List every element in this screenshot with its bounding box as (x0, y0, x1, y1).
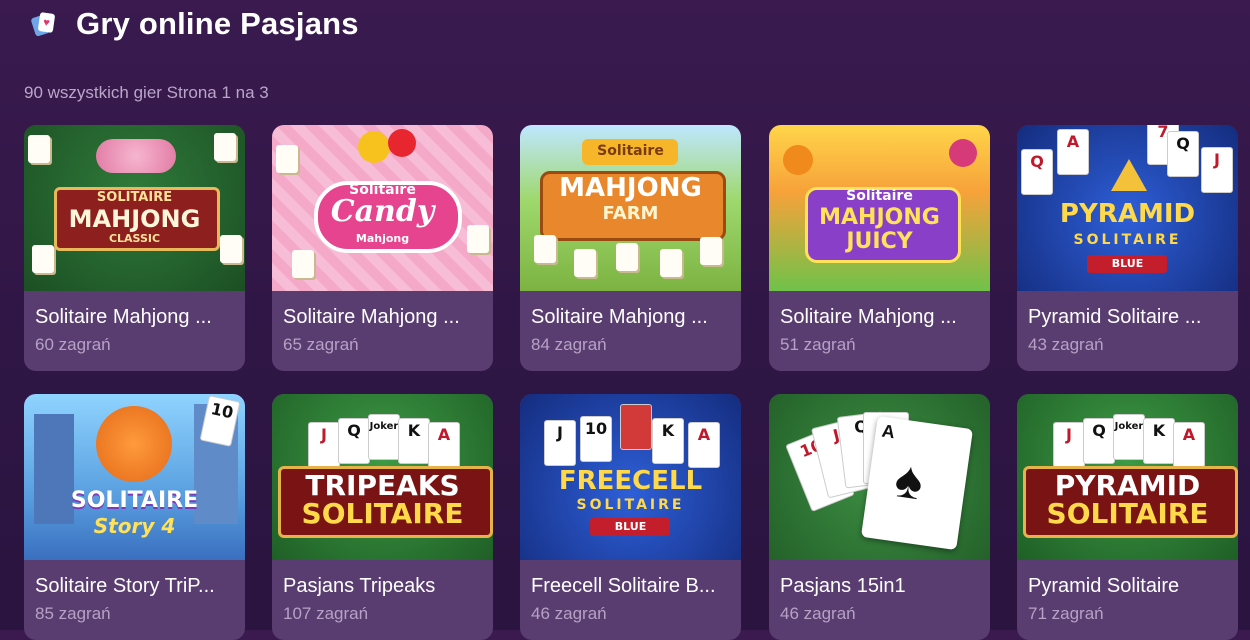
playing-card: J (1053, 422, 1085, 468)
page-header: ♥ Gry online Pasjans (30, 4, 359, 44)
game-logo-line: MAHJONG (559, 173, 702, 203)
playing-card: Q (1021, 149, 1053, 195)
game-thumbnail[interactable]: J 10 K A FREECELL SOLITAIRE BLUE (520, 394, 741, 560)
playing-card: Joker (368, 414, 400, 460)
game-card[interactable]: 10 SOLITAIRE Story 4 Solitaire Story Tri… (24, 394, 245, 640)
game-logo-line: SOLITAIRE (1073, 232, 1182, 248)
game-card[interactable]: Solitaire MAHJONG JUICY Solitaire Mahjon… (769, 125, 990, 371)
game-logo-line: Mahjong (355, 232, 410, 245)
game-logo-line: BLUE (614, 520, 647, 533)
game-logo-line: TRIPEAKS (305, 469, 460, 502)
game-card[interactable]: 10 J Q K ♠ A Pasjans 15in1 46 zagrań (769, 394, 990, 640)
game-thumbnail[interactable]: SOLITAIRE MAHJONG CLASSIC (24, 125, 245, 291)
game-thumbnail[interactable]: Solitaire MAHJONG FARM (520, 125, 741, 291)
game-logo-line: SOLITAIRE (576, 497, 685, 513)
playing-card: 10 (580, 416, 612, 462)
playing-card: A (1173, 422, 1205, 468)
playing-card: A (688, 422, 720, 468)
playing-card-label: A (880, 420, 897, 443)
playing-cards-icon: ♥ (30, 11, 56, 37)
playing-card: K (1143, 418, 1175, 464)
playing-card: J (544, 420, 576, 466)
games-count-summary: 90 wszystkich gier Strona 1 na 3 (24, 83, 269, 102)
playing-card: Q (1083, 418, 1115, 464)
game-title[interactable]: Solitaire Mahjong ... (531, 306, 731, 329)
playing-card: Q (338, 418, 370, 464)
game-logo-line: PYRAMID (1054, 469, 1201, 502)
game-card[interactable]: J 10 K A FREECELL SOLITAIRE BLUE Freecel… (520, 394, 741, 640)
game-title[interactable]: Pasjans Tripeaks (283, 575, 483, 598)
game-plays-count: 60 zagrań (35, 335, 111, 354)
game-logo-line: PYRAMID (1059, 199, 1196, 229)
game-logo-line: CLASSIC (108, 232, 161, 245)
playing-card: A (428, 422, 460, 468)
playing-card: Q (1167, 131, 1199, 177)
game-thumbnail[interactable]: J Q Joker K A TRIPEAKS SOLITAIRE (272, 394, 493, 560)
game-plays-count: 46 zagrań (780, 604, 856, 623)
game-title[interactable]: Pasjans 15in1 (780, 575, 980, 598)
game-logo-line: MAHJONG (819, 205, 940, 230)
game-title[interactable]: Pyramid Solitaire (1028, 575, 1228, 598)
game-title[interactable]: Pyramid Solitaire ... (1028, 306, 1228, 329)
game-thumbnail[interactable]: 10 J Q K ♠ A (769, 394, 990, 560)
playing-card: K (652, 418, 684, 464)
game-logo-line: FREECELL (558, 466, 703, 496)
game-thumbnail[interactable]: Solitaire Candy Mahjong (272, 125, 493, 291)
game-logo-line: FARM (602, 203, 659, 224)
game-title[interactable]: Solitaire Mahjong ... (35, 306, 235, 329)
game-card[interactable]: Solitaire Candy Mahjong Solitaire Mahjon… (272, 125, 493, 371)
game-card[interactable]: SOLITAIRE MAHJONG CLASSIC Solitaire Mahj… (24, 125, 245, 371)
game-logo-line: Candy (330, 194, 435, 229)
game-title[interactable]: Solitaire Mahjong ... (780, 306, 980, 329)
game-title[interactable]: Solitaire Story TriP... (35, 575, 235, 598)
game-logo-line: BLUE (1111, 257, 1144, 270)
game-plays-count: 107 zagrań (283, 604, 369, 623)
game-thumbnail[interactable]: 10 SOLITAIRE Story 4 (24, 394, 245, 560)
game-plays-count: 71 zagrań (1028, 604, 1104, 623)
game-plays-count: 65 zagrań (283, 335, 359, 354)
game-plays-count: 51 zagrań (780, 335, 856, 354)
playing-card: Joker (1113, 414, 1145, 460)
game-thumbnail[interactable]: J Q Joker K A PYRAMID SOLITAIRE (1017, 394, 1238, 560)
game-thumbnail[interactable]: Solitaire MAHJONG JUICY (769, 125, 990, 291)
spade-icon: ♠ (891, 450, 927, 512)
game-plays-count: 85 zagrań (35, 604, 111, 623)
game-thumbnail[interactable]: Q A 7 Q J PYRAMID SOLITAIRE BLUE (1017, 125, 1238, 291)
game-logo-line: MAHJONG (68, 205, 201, 233)
game-card[interactable]: Solitaire MAHJONG FARM Solitaire Mahjong… (520, 125, 741, 371)
playing-card: J (1201, 147, 1233, 193)
page-title: Gry online Pasjans (76, 6, 359, 41)
game-logo-line: SOLITAIRE (96, 190, 173, 205)
game-logo-line: JUICY (846, 229, 913, 254)
game-plays-count: 84 zagrań (531, 335, 607, 354)
game-logo-line: Story 4 (93, 514, 176, 538)
game-title[interactable]: Freecell Solitaire B... (531, 575, 731, 598)
game-card[interactable]: J Q Joker K A TRIPEAKS SOLITAIRE Pasjans… (272, 394, 493, 640)
game-logo-line: SOLITAIRE (1046, 497, 1209, 530)
game-logo-line: SOLITAIRE (70, 488, 199, 513)
game-logo-line: Solitaire (846, 188, 913, 204)
game-card[interactable]: J Q Joker K A PYRAMID SOLITAIRE Pyramid … (1017, 394, 1238, 640)
playing-card: A (1057, 129, 1089, 175)
game-logo-line: Solitaire (597, 143, 664, 159)
game-plays-count: 43 zagrań (1028, 335, 1104, 354)
game-plays-count: 46 zagrań (531, 604, 607, 623)
game-title[interactable]: Solitaire Mahjong ... (283, 306, 483, 329)
playing-card: K (398, 418, 430, 464)
game-card[interactable]: Q A 7 Q J PYRAMID SOLITAIRE BLUE Pyramid… (1017, 125, 1238, 371)
playing-card: J (308, 422, 340, 468)
game-logo-line: SOLITAIRE (301, 497, 464, 530)
